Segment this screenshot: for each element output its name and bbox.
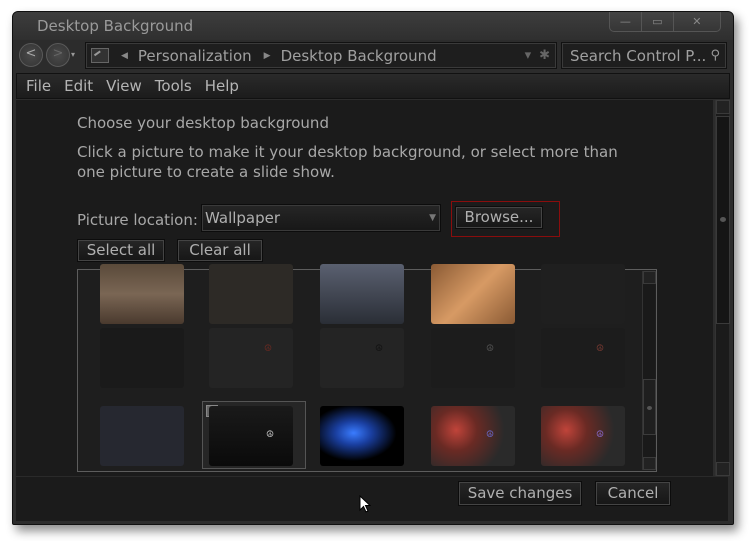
menu-help[interactable]: Help — [205, 77, 239, 95]
breadcrumb-personalization[interactable]: Personalization — [138, 47, 252, 65]
breadcrumb-back-chevron-icon[interactable]: ◀ — [121, 51, 128, 61]
gallery-scrollbar[interactable] — [642, 271, 656, 470]
wallpaper-gallery: ☮☮☮☮✓☮☮☮ — [77, 264, 657, 472]
minimize-icon: — — [619, 15, 631, 28]
peace-symbol-icon: ☮ — [485, 344, 495, 354]
page-scrollbar[interactable] — [715, 100, 730, 476]
menu-edit[interactable]: Edit — [64, 77, 93, 95]
wallpaper-thumbnail-dark-red-peace[interactable]: ☮ — [209, 328, 293, 388]
picture-location-label: Picture location: — [77, 211, 198, 229]
gallery-scroll-down-button[interactable] — [643, 457, 656, 470]
minimize-button[interactable]: — — [610, 12, 641, 31]
maximize-icon: ▭ — [652, 15, 663, 28]
wallpaper-thumbnail-black-silver-peace[interactable]: ☮ — [209, 406, 293, 466]
page-scroll-up-button[interactable] — [716, 100, 730, 114]
wallpaper-thumbnail-black-red-peace[interactable]: ☮ — [541, 328, 625, 388]
back-button[interactable]: < — [19, 43, 43, 67]
peace-symbol-icon: ☮ — [265, 430, 275, 440]
page-scroll-thumb[interactable] — [716, 116, 730, 324]
chevron-down-icon: ▼ — [429, 213, 436, 223]
close-button[interactable]: ✕ — [672, 12, 720, 31]
wallpaper-thumbnail-dark-black-peace[interactable]: ☮ — [320, 328, 404, 388]
forward-arrow-icon: > — [52, 46, 64, 61]
wallpaper-thumbnail-dark-dots[interactable] — [541, 264, 625, 324]
page-description: Click a picture to make it your desktop … — [77, 143, 618, 181]
peace-symbol-icon: ☮ — [485, 430, 495, 440]
wallpaper-thumbnail-blue-mushrooms[interactable] — [320, 406, 404, 466]
wallpaper-thumbnail-dark-mesh[interactable] — [209, 264, 293, 324]
wallpaper-thumbnail-red-lava-peace-1[interactable]: ☮ — [431, 406, 515, 466]
picture-location-select[interactable]: Wallpaper ▼ — [201, 204, 441, 232]
peace-symbol-icon: ☮ — [595, 344, 605, 354]
maximize-button[interactable]: ▭ — [640, 12, 673, 31]
close-icon: ✕ — [692, 15, 702, 28]
browse-highlight-annotation — [451, 201, 560, 237]
wallpaper-thumbnail-black-carbon[interactable] — [100, 328, 184, 388]
peace-symbol-icon: ☮ — [263, 344, 273, 354]
control-panel-icon — [91, 48, 109, 63]
recent-pages-dropdown[interactable]: ▾ — [71, 50, 75, 59]
breadcrumb-desktop-background[interactable]: Desktop Background — [281, 47, 437, 65]
menu-file[interactable]: File — [26, 77, 51, 95]
wallpaper-thumbnail-navy-texture[interactable] — [100, 406, 184, 466]
footer-bar: Save changes Cancel — [16, 476, 728, 521]
gallery-scroll-up-button[interactable] — [643, 271, 656, 284]
menu-tools[interactable]: Tools — [155, 77, 192, 95]
select-all-button[interactable]: Select all — [77, 239, 165, 262]
search-box[interactable]: Search Control P... ⚲ — [561, 42, 727, 69]
search-icon[interactable]: ⚲ — [710, 48, 720, 63]
forward-button[interactable]: > — [46, 43, 70, 67]
cancel-button[interactable]: Cancel — [595, 481, 671, 506]
peace-symbol-icon: ☮ — [595, 430, 605, 440]
wallpaper-thumbnail-black-grey-peace[interactable]: ☮ — [431, 328, 515, 388]
wallpaper-thumbnail-copper-check[interactable] — [431, 264, 515, 324]
breadcrumb-separator-icon[interactable]: ▶ — [264, 51, 271, 61]
gallery-scroll-thumb[interactable] — [643, 379, 656, 435]
menu-bar: File Edit View Tools Help — [16, 73, 730, 99]
page-heading: Choose your desktop background — [77, 114, 329, 132]
page-scroll-down-button[interactable] — [716, 462, 730, 476]
address-bar[interactable]: ◀ Personalization ▶ Desktop Background ▾… — [85, 42, 557, 69]
caption-buttons: — ▭ ✕ — [609, 12, 721, 32]
mouse-cursor-icon — [359, 495, 371, 513]
menu-view[interactable]: View — [106, 77, 142, 95]
clear-all-button[interactable]: Clear all — [177, 239, 263, 262]
window-title: Desktop Background — [37, 17, 194, 35]
search-input[interactable]: Search Control P... — [570, 47, 706, 65]
wallpaper-thumbnail-red-lava-peace-2[interactable]: ☮ — [541, 406, 625, 466]
wallpaper-thumbnail-steel-gradient[interactable] — [320, 264, 404, 324]
picture-location-value: Wallpaper — [205, 209, 281, 227]
refresh-icon[interactable]: ✱ — [539, 48, 550, 63]
wallpaper-thumbnail-brown-wood[interactable] — [100, 264, 184, 324]
save-changes-button[interactable]: Save changes — [458, 481, 582, 506]
title-bar[interactable]: Desktop Background — ▭ ✕ — [13, 12, 733, 40]
peace-symbol-icon: ☮ — [374, 344, 384, 354]
content-pane: Choose your desktop background Click a p… — [16, 100, 713, 476]
navigation-bar: < > ▾ ◀ Personalization ▶ Desktop Backgr… — [13, 40, 733, 70]
chevron-down-icon: ▾ — [71, 50, 76, 59]
address-dropdown-icon[interactable]: ▾ — [525, 48, 532, 63]
desktop-background-window: Desktop Background — ▭ ✕ < > ▾ ◀ Persona… — [12, 11, 734, 525]
back-arrow-icon: < — [25, 46, 37, 61]
